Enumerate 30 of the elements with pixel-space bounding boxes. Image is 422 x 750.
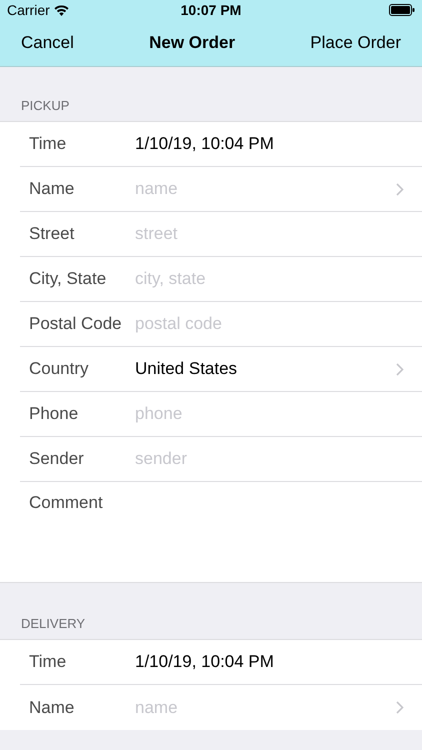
field-label: Comment: [29, 492, 103, 514]
field-label: Phone: [29, 403, 80, 426]
field-value[interactable]: 1/10/19, 10:04 PM: [135, 131, 404, 157]
battery-icon: [389, 4, 415, 16]
input-field[interactable]: sender: [135, 446, 404, 472]
cancel-button[interactable]: Cancel: [21, 30, 74, 56]
nav-title: New Order: [149, 32, 236, 54]
input-field[interactable]: phone: [135, 401, 404, 427]
field-value[interactable]: 1/10/19, 10:04 PM: [135, 649, 404, 675]
field-label: Time: [29, 651, 68, 674]
input-field[interactable]: city, state: [135, 266, 404, 292]
field-label: City, State: [29, 268, 108, 290]
field-value[interactable]: United States: [135, 356, 396, 382]
place-order-button[interactable]: Place Order: [310, 30, 401, 56]
clock-time: 10:07 PM: [180, 2, 242, 18]
field-label: Postal Code: [29, 313, 123, 336]
input-field[interactable]: name: [135, 176, 396, 202]
field-label: Time: [29, 133, 68, 156]
field-label: Sender: [29, 448, 85, 470]
field-label: Name: [29, 696, 76, 719]
wifi-icon: [54, 4, 69, 16]
input-field[interactable]: street: [135, 221, 404, 247]
field-label: Country: [29, 358, 90, 380]
input-field[interactable]: postal code: [135, 311, 404, 337]
section-header: PICKUP: [21, 98, 70, 113]
section-header: DELIVERY: [21, 616, 86, 631]
carrier-label: Carrier: [7, 0, 50, 20]
field-label: Name: [29, 178, 76, 200]
field-label: Street: [29, 223, 76, 246]
input-field[interactable]: name: [135, 694, 396, 720]
